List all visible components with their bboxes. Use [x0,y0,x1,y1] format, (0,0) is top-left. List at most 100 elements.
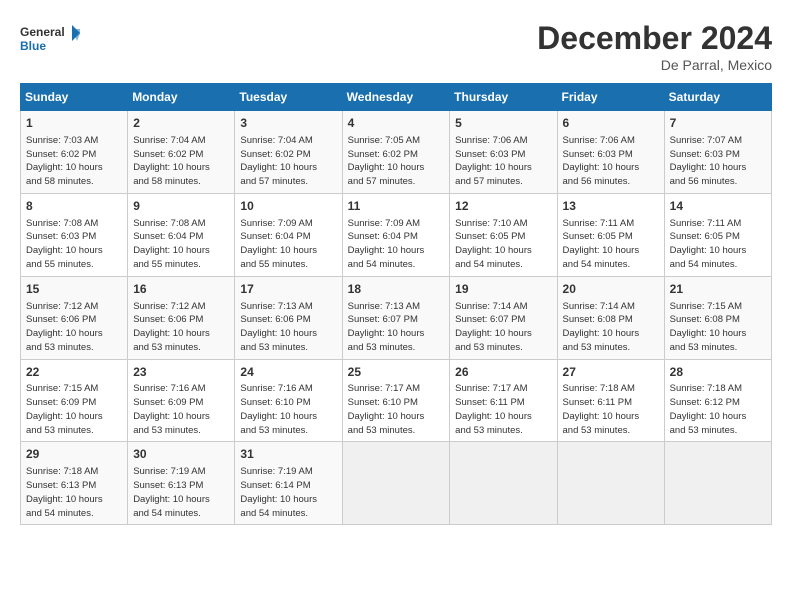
calendar-cell: 5 Sunrise: 7:06 AM Sunset: 6:03 PM Daylig… [450,111,557,194]
day-info: Sunrise: 7:18 AM Sunset: 6:12 PM Dayligh… [670,382,766,437]
calendar-weekday-friday: Friday [557,84,664,111]
day-number: 21 [670,281,766,298]
day-info: Sunrise: 7:05 AM Sunset: 6:02 PM Dayligh… [348,134,445,189]
calendar-cell: 27Sunrise: 7:18 AM Sunset: 6:11 PM Dayli… [557,359,664,442]
calendar-cell: 18 Sunrise: 7:13 AM Sunset: 6:07 PM Dayli… [342,276,450,359]
day-info: Sunrise: 7:19 AM Sunset: 6:14 PM Dayligh… [240,465,336,520]
day-number: 15 [26,281,122,298]
day-info: Sunrise: 7:09 AM Sunset: 6:04 PM Dayligh… [240,217,336,272]
calendar-cell: 12 Sunrise: 7:10 AM Sunset: 6:05 PM Dayli… [450,193,557,276]
calendar-cell: 3 Sunrise: 7:04 AM Sunset: 6:02 PM Daylig… [235,111,342,194]
calendar-cell: 23Sunrise: 7:16 AM Sunset: 6:09 PM Dayli… [128,359,235,442]
calendar-cell: 7Sunrise: 7:07 AM Sunset: 6:03 PM Daylig… [664,111,771,194]
day-number: 19 [455,281,551,298]
day-number: 9 [133,198,229,215]
day-info: Sunrise: 7:15 AM Sunset: 6:09 PM Dayligh… [26,382,122,437]
day-number: 27 [563,364,659,381]
calendar-week-2: 8 Sunrise: 7:08 AM Sunset: 6:03 PM Daylig… [21,193,772,276]
calendar-cell: 13 Sunrise: 7:11 AM Sunset: 6:05 PM Dayli… [557,193,664,276]
day-number: 28 [670,364,766,381]
calendar-cell: 16 Sunrise: 7:12 AM Sunset: 6:06 PM Dayli… [128,276,235,359]
page-header: General Blue December 2024 De Parral, Me… [20,20,772,73]
day-number: 2 [133,115,229,132]
calendar-week-4: 22Sunrise: 7:15 AM Sunset: 6:09 PM Dayli… [21,359,772,442]
day-info: Sunrise: 7:03 AM Sunset: 6:02 PM Dayligh… [26,134,122,189]
day-number: 31 [240,446,336,463]
calendar-cell: 20 Sunrise: 7:14 AM Sunset: 6:08 PM Dayli… [557,276,664,359]
day-number: 18 [348,281,445,298]
day-number: 4 [348,115,445,132]
day-number: 1 [26,115,122,132]
day-info: Sunrise: 7:08 AM Sunset: 6:03 PM Dayligh… [26,217,122,272]
calendar-cell: 9 Sunrise: 7:08 AM Sunset: 6:04 PM Daylig… [128,193,235,276]
calendar-week-1: 1 Sunrise: 7:03 AM Sunset: 6:02 PM Daylig… [21,111,772,194]
calendar-cell: 31 Sunrise: 7:19 AM Sunset: 6:14 PM Dayli… [235,442,342,525]
calendar-weekday-tuesday: Tuesday [235,84,342,111]
calendar-cell: 4 Sunrise: 7:05 AM Sunset: 6:02 PM Daylig… [342,111,450,194]
logo: General Blue [20,20,80,60]
day-number: 30 [133,446,229,463]
day-info: Sunrise: 7:10 AM Sunset: 6:05 PM Dayligh… [455,217,551,272]
calendar-cell: 24Sunrise: 7:16 AM Sunset: 6:10 PM Dayli… [235,359,342,442]
calendar-cell: 19Sunrise: 7:14 AM Sunset: 6:07 PM Dayli… [450,276,557,359]
day-info: Sunrise: 7:14 AM Sunset: 6:08 PM Dayligh… [563,300,659,355]
day-number: 8 [26,198,122,215]
day-info: Sunrise: 7:11 AM Sunset: 6:05 PM Dayligh… [563,217,659,272]
day-number: 14 [670,198,766,215]
day-number: 25 [348,364,445,381]
calendar-cell: 2 Sunrise: 7:04 AM Sunset: 6:02 PM Daylig… [128,111,235,194]
calendar-cell [557,442,664,525]
day-number: 10 [240,198,336,215]
calendar-weekday-monday: Monday [128,84,235,111]
day-number: 24 [240,364,336,381]
calendar-cell: 11Sunrise: 7:09 AM Sunset: 6:04 PM Dayli… [342,193,450,276]
day-number: 20 [563,281,659,298]
day-info: Sunrise: 7:16 AM Sunset: 6:09 PM Dayligh… [133,382,229,437]
day-number: 13 [563,198,659,215]
calendar-week-3: 15 Sunrise: 7:12 AM Sunset: 6:06 PM Dayli… [21,276,772,359]
day-info: Sunrise: 7:17 AM Sunset: 6:11 PM Dayligh… [455,382,551,437]
day-info: Sunrise: 7:19 AM Sunset: 6:13 PM Dayligh… [133,465,229,520]
day-number: 12 [455,198,551,215]
calendar-week-5: 29Sunrise: 7:18 AM Sunset: 6:13 PM Dayli… [21,442,772,525]
location: De Parral, Mexico [537,57,772,73]
day-info: Sunrise: 7:07 AM Sunset: 6:03 PM Dayligh… [670,134,766,189]
day-info: Sunrise: 7:13 AM Sunset: 6:07 PM Dayligh… [348,300,445,355]
day-number: 16 [133,281,229,298]
calendar-cell: 26Sunrise: 7:17 AM Sunset: 6:11 PM Dayli… [450,359,557,442]
calendar-weekday-saturday: Saturday [664,84,771,111]
day-info: Sunrise: 7:18 AM Sunset: 6:13 PM Dayligh… [26,465,122,520]
day-info: Sunrise: 7:04 AM Sunset: 6:02 PM Dayligh… [240,134,336,189]
calendar-weekday-thursday: Thursday [450,84,557,111]
day-info: Sunrise: 7:09 AM Sunset: 6:04 PM Dayligh… [348,217,445,272]
day-info: Sunrise: 7:06 AM Sunset: 6:03 PM Dayligh… [455,134,551,189]
calendar-cell: 21Sunrise: 7:15 AM Sunset: 6:08 PM Dayli… [664,276,771,359]
day-number: 22 [26,364,122,381]
day-number: 5 [455,115,551,132]
day-info: Sunrise: 7:12 AM Sunset: 6:06 PM Dayligh… [133,300,229,355]
svg-text:General: General [20,25,65,39]
day-number: 17 [240,281,336,298]
month-title: December 2024 [537,20,772,57]
day-number: 23 [133,364,229,381]
calendar-cell: 22Sunrise: 7:15 AM Sunset: 6:09 PM Dayli… [21,359,128,442]
day-info: Sunrise: 7:11 AM Sunset: 6:05 PM Dayligh… [670,217,766,272]
day-info: Sunrise: 7:04 AM Sunset: 6:02 PM Dayligh… [133,134,229,189]
day-number: 3 [240,115,336,132]
calendar-cell [342,442,450,525]
day-info: Sunrise: 7:17 AM Sunset: 6:10 PM Dayligh… [348,382,445,437]
calendar-weekday-wednesday: Wednesday [342,84,450,111]
calendar-cell: 14 Sunrise: 7:11 AM Sunset: 6:05 PM Dayli… [664,193,771,276]
calendar-cell: 6Sunrise: 7:06 AM Sunset: 6:03 PM Daylig… [557,111,664,194]
logo-svg: General Blue [20,20,80,60]
svg-text:Blue: Blue [20,39,46,53]
calendar-table: SundayMondayTuesdayWednesdayThursdayFrid… [20,83,772,525]
calendar-cell: 8 Sunrise: 7:08 AM Sunset: 6:03 PM Daylig… [21,193,128,276]
day-info: Sunrise: 7:18 AM Sunset: 6:11 PM Dayligh… [563,382,659,437]
calendar-cell: 17Sunrise: 7:13 AM Sunset: 6:06 PM Dayli… [235,276,342,359]
calendar-cell: 28Sunrise: 7:18 AM Sunset: 6:12 PM Dayli… [664,359,771,442]
day-info: Sunrise: 7:08 AM Sunset: 6:04 PM Dayligh… [133,217,229,272]
day-number: 26 [455,364,551,381]
calendar-cell: 10 Sunrise: 7:09 AM Sunset: 6:04 PM Dayli… [235,193,342,276]
calendar-cell: 15Sunrise: 7:12 AM Sunset: 6:06 PM Dayli… [21,276,128,359]
